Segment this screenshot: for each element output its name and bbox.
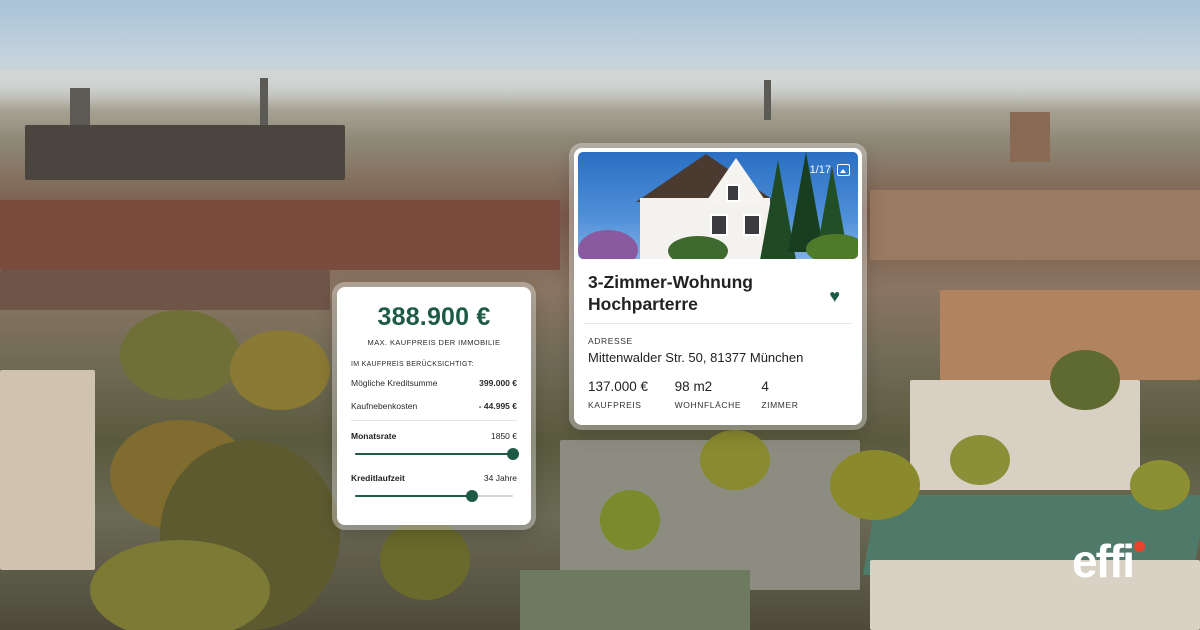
photo-counter[interactable]: 1/17: [810, 164, 850, 176]
stat-value: 137.000 €: [588, 379, 649, 394]
gallery-icon: [837, 164, 850, 176]
photo-counter-text: 1/17: [809, 164, 831, 176]
included-label: IM KAUFPREIS BERÜCKSICHTIGT:: [351, 361, 474, 368]
listing-card[interactable]: 1/17 3-Zimmer-Wohnung Hochparterre ♥ ADR…: [574, 148, 862, 425]
effi-logo: effi: [1072, 535, 1135, 587]
stat-label: WOHNFLÄCHE: [674, 400, 742, 410]
stat-value: 98 m2: [674, 379, 713, 394]
stat-label: KAUFPREIS: [588, 400, 642, 410]
term-header: Kreditlaufzeit 34 Jahre: [351, 473, 517, 483]
listing-title-row: 3-Zimmer-Wohnung Hochparterre ♥: [574, 259, 862, 315]
stat-price: 137.000 € KAUFPREIS: [588, 379, 675, 410]
listing-title[interactable]: 3-Zimmer-Wohnung Hochparterre: [588, 271, 798, 315]
monthly-rate-label: Monatsrate: [351, 431, 397, 441]
price-calculator-card: 388.900 € MAX. KAUFPREIS DER IMMOBILIE I…: [337, 287, 531, 525]
stat-rooms: 4 ZIMMER: [761, 379, 848, 410]
stat-label: ZIMMER: [761, 400, 799, 410]
monthly-rate-slider[interactable]: [355, 447, 519, 461]
slider-fill: [355, 453, 513, 455]
loan-amount-value: 399.000 €: [479, 378, 517, 388]
stat-value: 4: [761, 379, 769, 394]
loan-amount-row: Mögliche Kreditsumme 399.000 €: [351, 378, 517, 388]
heart-icon[interactable]: ♥: [829, 287, 840, 305]
closing-costs-label: Kaufnebenkosten: [351, 401, 418, 411]
logo-dot-icon: [1134, 541, 1145, 552]
loan-amount-label: Mögliche Kreditsumme: [351, 378, 438, 388]
stat-area: 98 m2 WOHNFLÄCHE: [675, 379, 762, 410]
slider-thumb[interactable]: [507, 448, 519, 460]
monthly-rate-value: 1850 €: [491, 431, 517, 441]
address-value: Mittenwalder Str. 50, 81377 München: [588, 350, 804, 365]
slider-fill: [355, 495, 472, 497]
monthly-rate-header: Monatsrate 1850 €: [351, 431, 517, 441]
divider: [351, 420, 517, 421]
term-label: Kreditlaufzeit: [351, 473, 405, 483]
term-slider[interactable]: [355, 489, 513, 503]
slider-thumb[interactable]: [465, 490, 478, 502]
closing-costs-value: - 44.995 €: [478, 401, 517, 411]
term-value: 34 Jahre: [483, 473, 517, 483]
max-price-caption: MAX. KAUFPREIS DER IMMOBILIE: [367, 338, 501, 347]
address-label: ADRESSE: [588, 336, 633, 346]
closing-costs-row: Kaufnebenkosten - 44.995 €: [351, 401, 517, 411]
listing-photo[interactable]: 1/17: [578, 152, 858, 259]
max-price-value: 388.900 €: [377, 303, 491, 331]
listing-stats: 137.000 € KAUFPREIS 98 m2 WOHNFLÄCHE 4 Z…: [574, 365, 862, 410]
